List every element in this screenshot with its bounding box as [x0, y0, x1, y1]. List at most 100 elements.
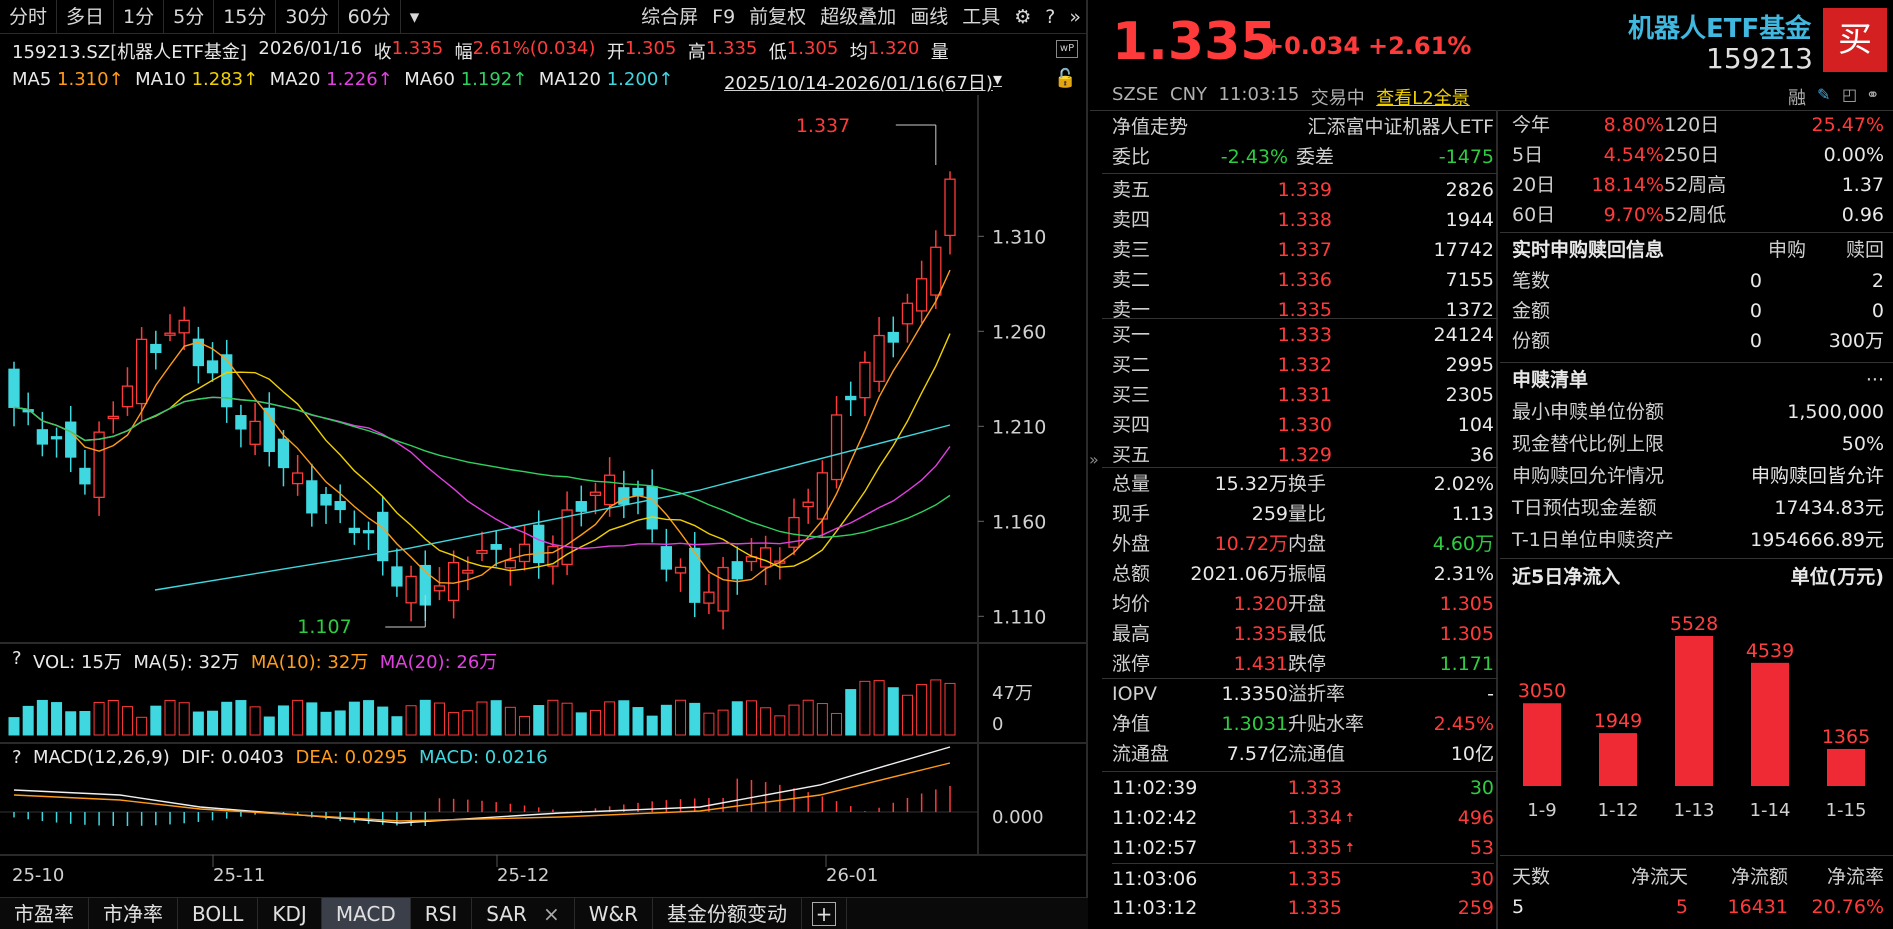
currency: CNY: [1170, 84, 1208, 105]
f9-button[interactable]: F9: [705, 0, 742, 34]
open-value: 1.305: [624, 38, 677, 59]
list-label: 申购赎回允许情况: [1512, 465, 1665, 487]
volume-bar: [689, 702, 701, 736]
tab-pb[interactable]: 市净率: [89, 898, 178, 929]
tick-price: 1.334: [1287, 807, 1342, 829]
bid-list: 买一 1.333 24124 买二 1.332 2995 买三 1.331 2305 买四 1.33…: [1112, 320, 1494, 470]
tab-fund-shares[interactable]: 基金份额变动: [653, 898, 802, 929]
volume-bar: [831, 712, 843, 736]
tick-price: 1.335: [1287, 897, 1342, 919]
candle-body: [348, 527, 361, 534]
help-icon[interactable]: ?: [1038, 0, 1062, 34]
expand-icon[interactable]: »: [1062, 0, 1088, 34]
flow-value-label: 3050: [1518, 680, 1566, 702]
ma-line: [13, 396, 951, 550]
volume-bar: [121, 706, 133, 736]
candle-body: [915, 278, 928, 312]
tab-1min[interactable]: 1分: [114, 0, 165, 34]
tab-15min[interactable]: 15分: [214, 0, 277, 34]
price-change-pct: +2.61%: [1368, 32, 1472, 60]
edit-icon[interactable]: ✎: [1817, 85, 1830, 104]
last-price-value: 1.335: [1112, 12, 1277, 72]
candle-body: [717, 566, 729, 612]
stat2-row-cell: 流通盘: [1112, 743, 1170, 765]
more-icon[interactable]: ···: [1866, 364, 1884, 396]
gear-icon[interactable]: ⚙: [1007, 0, 1038, 34]
redemption-rows: 最小申赎单位份额 1,500,000 现金替代比例上限 50% 申购赎回允许情况 申购赎回…: [1512, 396, 1884, 556]
up-arrow-icon: [1342, 773, 1366, 803]
adjust-button[interactable]: 前复权: [742, 0, 813, 34]
tab-pe[interactable]: 市盈率: [0, 898, 89, 929]
lock-icon[interactable]: 🔓: [1054, 68, 1076, 89]
tick-volume: 30: [1469, 868, 1494, 890]
volume-bar: [277, 705, 289, 736]
volume-bar: [930, 679, 942, 736]
kline-chart[interactable]: 1.310 1.260 1.210 1.160 1.110 1.337 1.107: [0, 95, 1088, 895]
l2-link[interactable]: 查看L2全景: [1376, 84, 1469, 110]
tick-time: 11:03:06: [1112, 868, 1198, 890]
date-range: 2025/10/14-2026/01/16(67日): [724, 73, 993, 94]
tab-30min[interactable]: 30分: [276, 0, 339, 34]
tab-fenshi[interactable]: 分时: [0, 0, 58, 34]
volume-bar: [859, 680, 871, 736]
stat2-row: 净值 1.3031 升贴水率 2.45%: [1112, 709, 1494, 739]
overlay-button[interactable]: 超级叠加: [813, 0, 903, 34]
stat-row-cell: 跌停: [1288, 653, 1327, 675]
buy-button[interactable]: 买: [1823, 8, 1887, 72]
tab-macd[interactable]: MACD: [321, 898, 411, 929]
bid-row-cell: [1332, 410, 1384, 440]
candle-body: [405, 575, 417, 604]
subscription-title: 实时申购赎回信息: [1512, 239, 1665, 261]
candle-body: [901, 302, 914, 325]
stat2-row-cell: 流通值: [1288, 743, 1346, 765]
tab-boll[interactable]: BOLL: [178, 898, 259, 929]
stat2-row-cell: 2.45%: [1433, 713, 1494, 735]
add-tab-button[interactable]: +: [802, 898, 847, 929]
unlink-icon[interactable]: ⚭: [1866, 85, 1879, 104]
vol-help-icon[interactable]: ?: [12, 648, 22, 674]
macd-legend: ? MACD(12,26,9) DIF: 0.0403 DEA: 0.0295 …: [12, 747, 548, 768]
tick-row: 11:03:06 1.335 30: [1112, 863, 1494, 893]
volume-bar: [419, 699, 431, 736]
tick-volume: 30: [1469, 777, 1494, 799]
perf-row: 5日 4.54% 250日 0.00%: [1512, 140, 1884, 170]
list-value: 1954666.89元: [1750, 529, 1884, 551]
netvalue-row[interactable]: 净值走势 汇添富中证机器人ETF: [1112, 112, 1494, 142]
window-icon[interactable]: ◰: [1842, 85, 1857, 104]
tab-duori[interactable]: 多日: [57, 0, 115, 34]
tab-rsi[interactable]: RSI: [411, 898, 473, 929]
subs-sell: 0: [1871, 300, 1884, 322]
bid-row-cell: 买一: [1112, 324, 1151, 346]
tab-wr[interactable]: W&R: [575, 898, 653, 929]
tools-button[interactable]: 工具: [955, 0, 1007, 34]
tab-kdj[interactable]: KDJ: [258, 898, 322, 929]
perf-row-cell: 4.54%: [1603, 144, 1664, 166]
tick-price: 1.335: [1287, 868, 1342, 890]
composite-screen-button[interactable]: 综合屏: [634, 0, 705, 34]
tab-sar[interactable]: SAR ×: [472, 898, 575, 929]
flow-day-label: 1-9: [1527, 800, 1556, 821]
draw-button[interactable]: 画线: [903, 0, 955, 34]
list-value: 申购赎回皆允许: [1750, 465, 1884, 487]
perf-row-cell: 60日: [1512, 204, 1556, 226]
more-periods-dropdown[interactable]: ▾: [401, 0, 429, 34]
candle-body: [703, 591, 715, 604]
volume-bar: [462, 710, 474, 736]
tab-60min[interactable]: 60分: [339, 0, 401, 34]
tab-5min[interactable]: 5分: [164, 0, 215, 34]
up-arrow-icon: [1342, 893, 1366, 923]
date-range-selector[interactable]: 2025/10/14-2026/01/16(67日) ▾: [724, 69, 1002, 95]
macd-help-icon[interactable]: ?: [12, 747, 22, 768]
candle-body: [504, 559, 517, 569]
wp-icon[interactable]: wP: [1056, 40, 1078, 58]
candle-body: [249, 420, 261, 445]
macd-axis-zero: 0.000: [992, 807, 1044, 828]
candle-body: [391, 566, 403, 587]
stat-row-cell: 最高: [1112, 623, 1151, 645]
candle-body: [788, 516, 800, 548]
list-value: 17434.83元: [1774, 497, 1884, 519]
perf-row: 今年 8.80% 120日 25.47%: [1512, 110, 1884, 140]
close-icon[interactable]: ×: [543, 898, 560, 929]
perf-row-cell: 0.96: [1841, 204, 1884, 226]
tick-time: 11:02:39: [1112, 777, 1198, 799]
